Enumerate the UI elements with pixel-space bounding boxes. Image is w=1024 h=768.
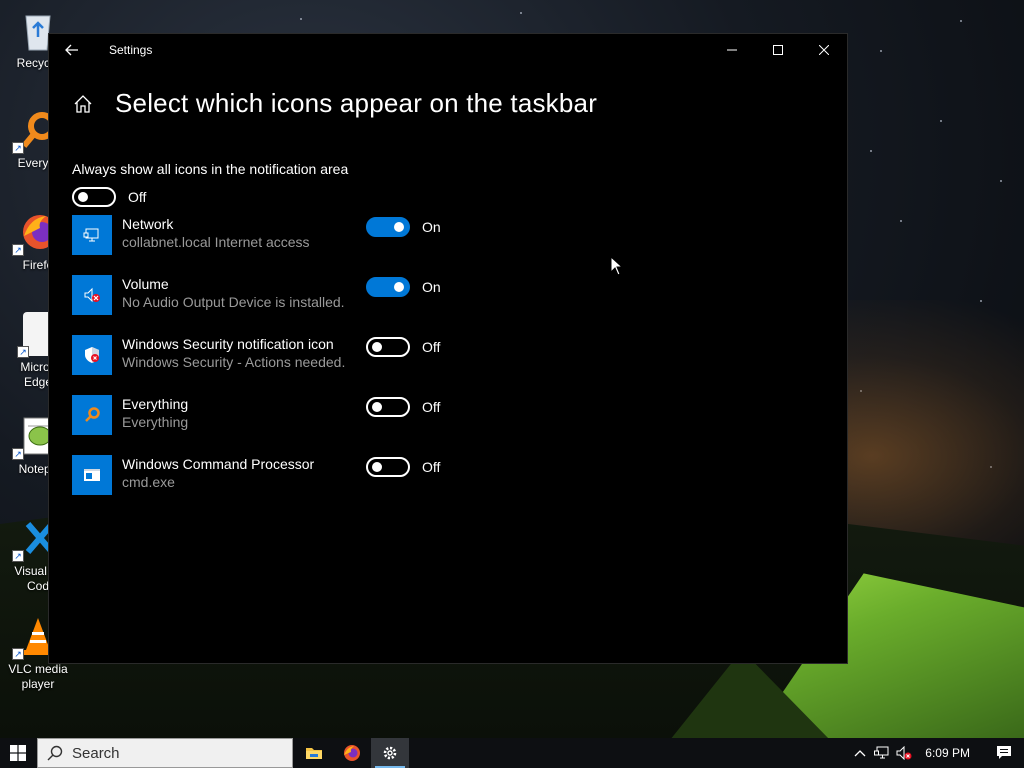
item-name: Everything <box>122 396 189 412</box>
home-button[interactable] <box>71 92 95 116</box>
taskbar: Search 6:09 PM <box>0 738 1024 768</box>
taskbar-firefox[interactable] <box>333 738 371 768</box>
chevron-up-icon <box>854 750 866 757</box>
settings-gear-icon <box>383 746 397 760</box>
cmd-icon <box>84 469 100 481</box>
search-icon <box>38 745 72 761</box>
always-show-section: Always show all icons in the notificatio… <box>72 161 847 207</box>
list-item-everything: Everything Everything Off <box>72 395 847 455</box>
taskbar-search-box[interactable]: Search <box>37 738 293 768</box>
always-show-label: Always show all icons in the notificatio… <box>72 161 349 177</box>
network-toggle[interactable] <box>366 217 410 237</box>
page-title: Select which icons appear on the taskbar <box>115 88 598 118</box>
item-description: cmd.exe <box>122 474 175 490</box>
list-item-cmd: Windows Command Processor cmd.exe Off <box>72 455 847 515</box>
shortcut-arrow-icon: ↗ <box>12 244 24 256</box>
close-icon <box>819 45 829 55</box>
toggle-state: Off <box>422 399 441 415</box>
title-bar[interactable]: Settings <box>49 34 847 66</box>
shortcut-arrow-icon: ↗ <box>12 648 24 660</box>
list-item-windows-security: Windows Security notification icon Windo… <box>72 335 847 395</box>
icon-list: Network collabnet.local Internet access … <box>72 215 847 515</box>
maximize-icon <box>773 45 783 55</box>
tray-volume[interactable] <box>893 738 915 768</box>
search-placeholder: Search <box>72 744 120 762</box>
action-center-button[interactable] <box>984 738 1024 768</box>
minimize-button[interactable] <box>709 34 755 66</box>
volume-muted-icon <box>896 746 912 760</box>
notification-icon <box>997 746 1011 759</box>
close-button[interactable] <box>801 34 847 66</box>
everything-tile <box>72 395 112 435</box>
everything-search-icon <box>85 407 100 422</box>
mouse-cursor-icon <box>610 256 624 276</box>
volume-toggle[interactable] <box>366 277 410 297</box>
settings-window: Settings Select which icons appear on th… <box>48 33 848 664</box>
cmd-toggle[interactable] <box>366 457 410 477</box>
tray-network[interactable] <box>871 738 893 768</box>
item-description: Everything <box>122 414 189 430</box>
list-item-volume: Volume No Audio Output Device is install… <box>72 275 847 335</box>
item-name: Windows Security notification icon <box>122 336 334 352</box>
toggle-state: On <box>422 219 441 235</box>
item-name: Network <box>122 216 174 232</box>
window-controls <box>709 34 847 66</box>
back-arrow-icon <box>65 44 78 56</box>
taskbar-clock[interactable]: 6:09 PM <box>925 746 970 760</box>
maximize-button[interactable] <box>755 34 801 66</box>
volume-tile <box>72 275 112 315</box>
network-icon <box>83 228 99 242</box>
volume-muted-icon <box>84 287 100 303</box>
toggle-state: Off <box>422 339 441 355</box>
taskbar-settings[interactable] <box>371 738 409 768</box>
always-show-state: Off <box>128 189 147 205</box>
system-tray: 6:09 PM <box>849 738 1024 768</box>
shield-warning-icon <box>85 347 99 363</box>
firefox-icon <box>344 745 360 761</box>
windows-security-tile <box>72 335 112 375</box>
window-title: Settings <box>109 43 153 57</box>
toggle-state: On <box>422 279 441 295</box>
item-name: Volume <box>122 276 169 292</box>
list-item-network: Network collabnet.local Internet access … <box>72 215 847 275</box>
taskbar-file-explorer[interactable] <box>295 738 333 768</box>
show-hidden-icons-button[interactable] <box>849 738 871 768</box>
network-tile <box>72 215 112 255</box>
item-description: No Audio Output Device is installed. <box>122 294 345 310</box>
item-description: Windows Security - Actions needed. <box>122 354 346 370</box>
network-icon <box>874 746 889 759</box>
toggle-state: Off <box>422 459 441 475</box>
always-show-toggle[interactable] <box>72 187 116 207</box>
back-button[interactable] <box>49 34 95 66</box>
home-icon <box>74 94 92 113</box>
item-name: Windows Command Processor <box>122 456 315 472</box>
shortcut-arrow-icon: ↗ <box>12 448 24 460</box>
windows-security-toggle[interactable] <box>366 337 410 357</box>
file-explorer-icon <box>306 748 322 759</box>
item-description: collabnet.local Internet access <box>122 234 310 250</box>
minimize-icon <box>727 49 737 51</box>
shortcut-arrow-icon: ↗ <box>17 346 29 358</box>
page-header: Select which icons appear on the taskbar <box>71 88 847 119</box>
cmd-tile <box>72 455 112 495</box>
shortcut-arrow-icon: ↗ <box>12 550 24 562</box>
windows-logo-icon <box>10 745 26 761</box>
start-button[interactable] <box>0 738 36 768</box>
everything-toggle[interactable] <box>366 397 410 417</box>
shortcut-arrow-icon: ↗ <box>12 142 24 154</box>
